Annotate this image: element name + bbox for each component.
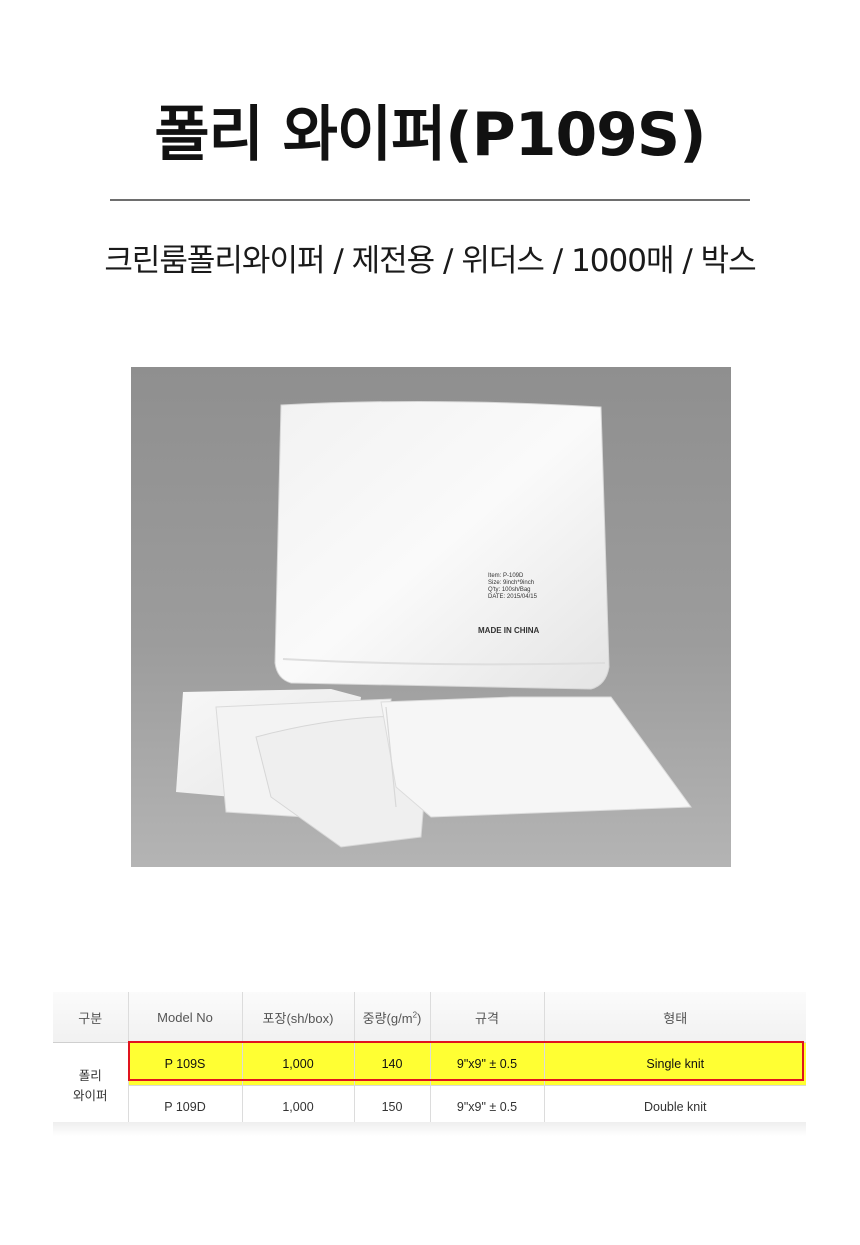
header-packing: 포장(sh/box) [242, 992, 355, 1043]
page-title: 폴리 와이퍼(P109S) [154, 100, 706, 170]
header-weight-close: ) [417, 1010, 422, 1026]
bag-label-date: DATE: 2015/04/15 [488, 594, 538, 600]
header-weight: 중량(g/m2) [354, 992, 431, 1043]
cell-packing: 1,000 [242, 1042, 355, 1086]
header-size: 규격 [430, 992, 545, 1043]
bag-label-qty: Q'ty: 100sh/Bag [488, 587, 531, 593]
table-header-row: 구분 Model No 포장(sh/box) 중량(g/m2) 규격 형태 [53, 992, 806, 1043]
table-row: 폴리 와이퍼 P 109S 1,000 140 9"x9" ± 0.5 Sing… [53, 1042, 806, 1129]
spec-table: 구분 Model No 포장(sh/box) 중량(g/m2) 규격 형태 폴리… [53, 992, 806, 1129]
group-label-line2: 와이퍼 [72, 1088, 108, 1103]
cell-size: 9"x9" ± 0.5 [430, 1042, 545, 1086]
header-weight-text: 중량(g/m [362, 1010, 413, 1026]
cell-type: Single knit [544, 1042, 806, 1086]
cell-weight: 140 [354, 1042, 431, 1086]
title-divider [110, 199, 750, 201]
header-category: 구분 [53, 992, 129, 1043]
bag-label-item: Item: P-109D [488, 573, 524, 579]
group-label-line1: 폴리 [78, 1068, 102, 1083]
header-type: 형태 [544, 992, 806, 1043]
product-photo: Item: P-109D Size: 9inch*9inch Q'ty: 100… [131, 367, 731, 867]
bag-label-size: Size: 9inch*9inch [488, 580, 534, 586]
cell-model: P 109S [128, 1042, 243, 1086]
group-label: 폴리 와이퍼 [53, 1042, 129, 1129]
wiper-bag-icon [274, 400, 610, 690]
header-model: Model No [128, 992, 243, 1043]
table-bottom-shadow [53, 1122, 806, 1136]
bag-label-origin: MADE IN CHINA [478, 626, 540, 635]
product-subtitle: 크린룸폴리와이퍼 / 제전용 / 위더스 / 1000매 / 박스 [104, 243, 756, 279]
